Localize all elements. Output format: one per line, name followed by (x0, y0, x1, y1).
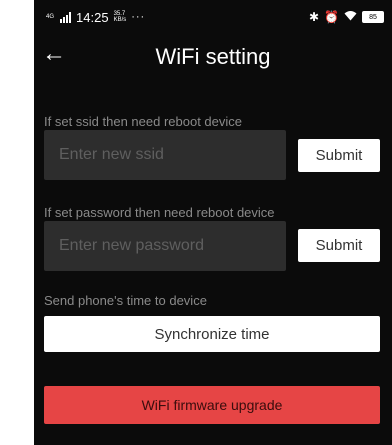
more-notifications-icon: ··· (131, 11, 146, 23)
wifi-firmware-upgrade-button[interactable]: WiFi firmware upgrade (44, 386, 380, 424)
app-header: ← WiFi setting (34, 34, 392, 78)
bluetooth-icon: ✱ (308, 10, 320, 24)
battery-icon: 85 (362, 11, 384, 23)
status-time: 14:25 (76, 9, 109, 25)
alarm-icon: ⏰ (324, 10, 339, 24)
status-bar: 4G 14:25 35.7 KB/s ··· ✱ ⏰ 85 (34, 0, 392, 34)
synchronize-time-button[interactable]: Synchronize time (44, 316, 380, 352)
password-label: If set password then need reboot device (44, 205, 275, 220)
wifi-icon (344, 10, 357, 24)
network-type: 4G (46, 14, 55, 20)
signal-icon (60, 11, 72, 23)
page-title: WiFi setting (155, 44, 271, 69)
password-submit-button[interactable]: Submit (298, 229, 380, 262)
status-bar-left: 4G 14:25 35.7 KB/s ··· (46, 10, 145, 25)
ssid-submit-button[interactable]: Submit (298, 139, 380, 172)
time-sync-label: Send phone's time to device (44, 293, 207, 308)
network-speed: 35.7 KB/s (114, 11, 127, 23)
ssid-input[interactable] (44, 130, 286, 180)
ssid-label: If set ssid then need reboot device (44, 114, 243, 129)
password-input[interactable] (44, 221, 286, 271)
status-bar-right: ✱ ⏰ 85 (309, 10, 384, 24)
speed-unit: KB/s (113, 17, 127, 23)
wifi-setting-screen: 4G 14:25 35.7 KB/s ··· ✱ ⏰ 85 ← WiFi set… (34, 0, 392, 445)
